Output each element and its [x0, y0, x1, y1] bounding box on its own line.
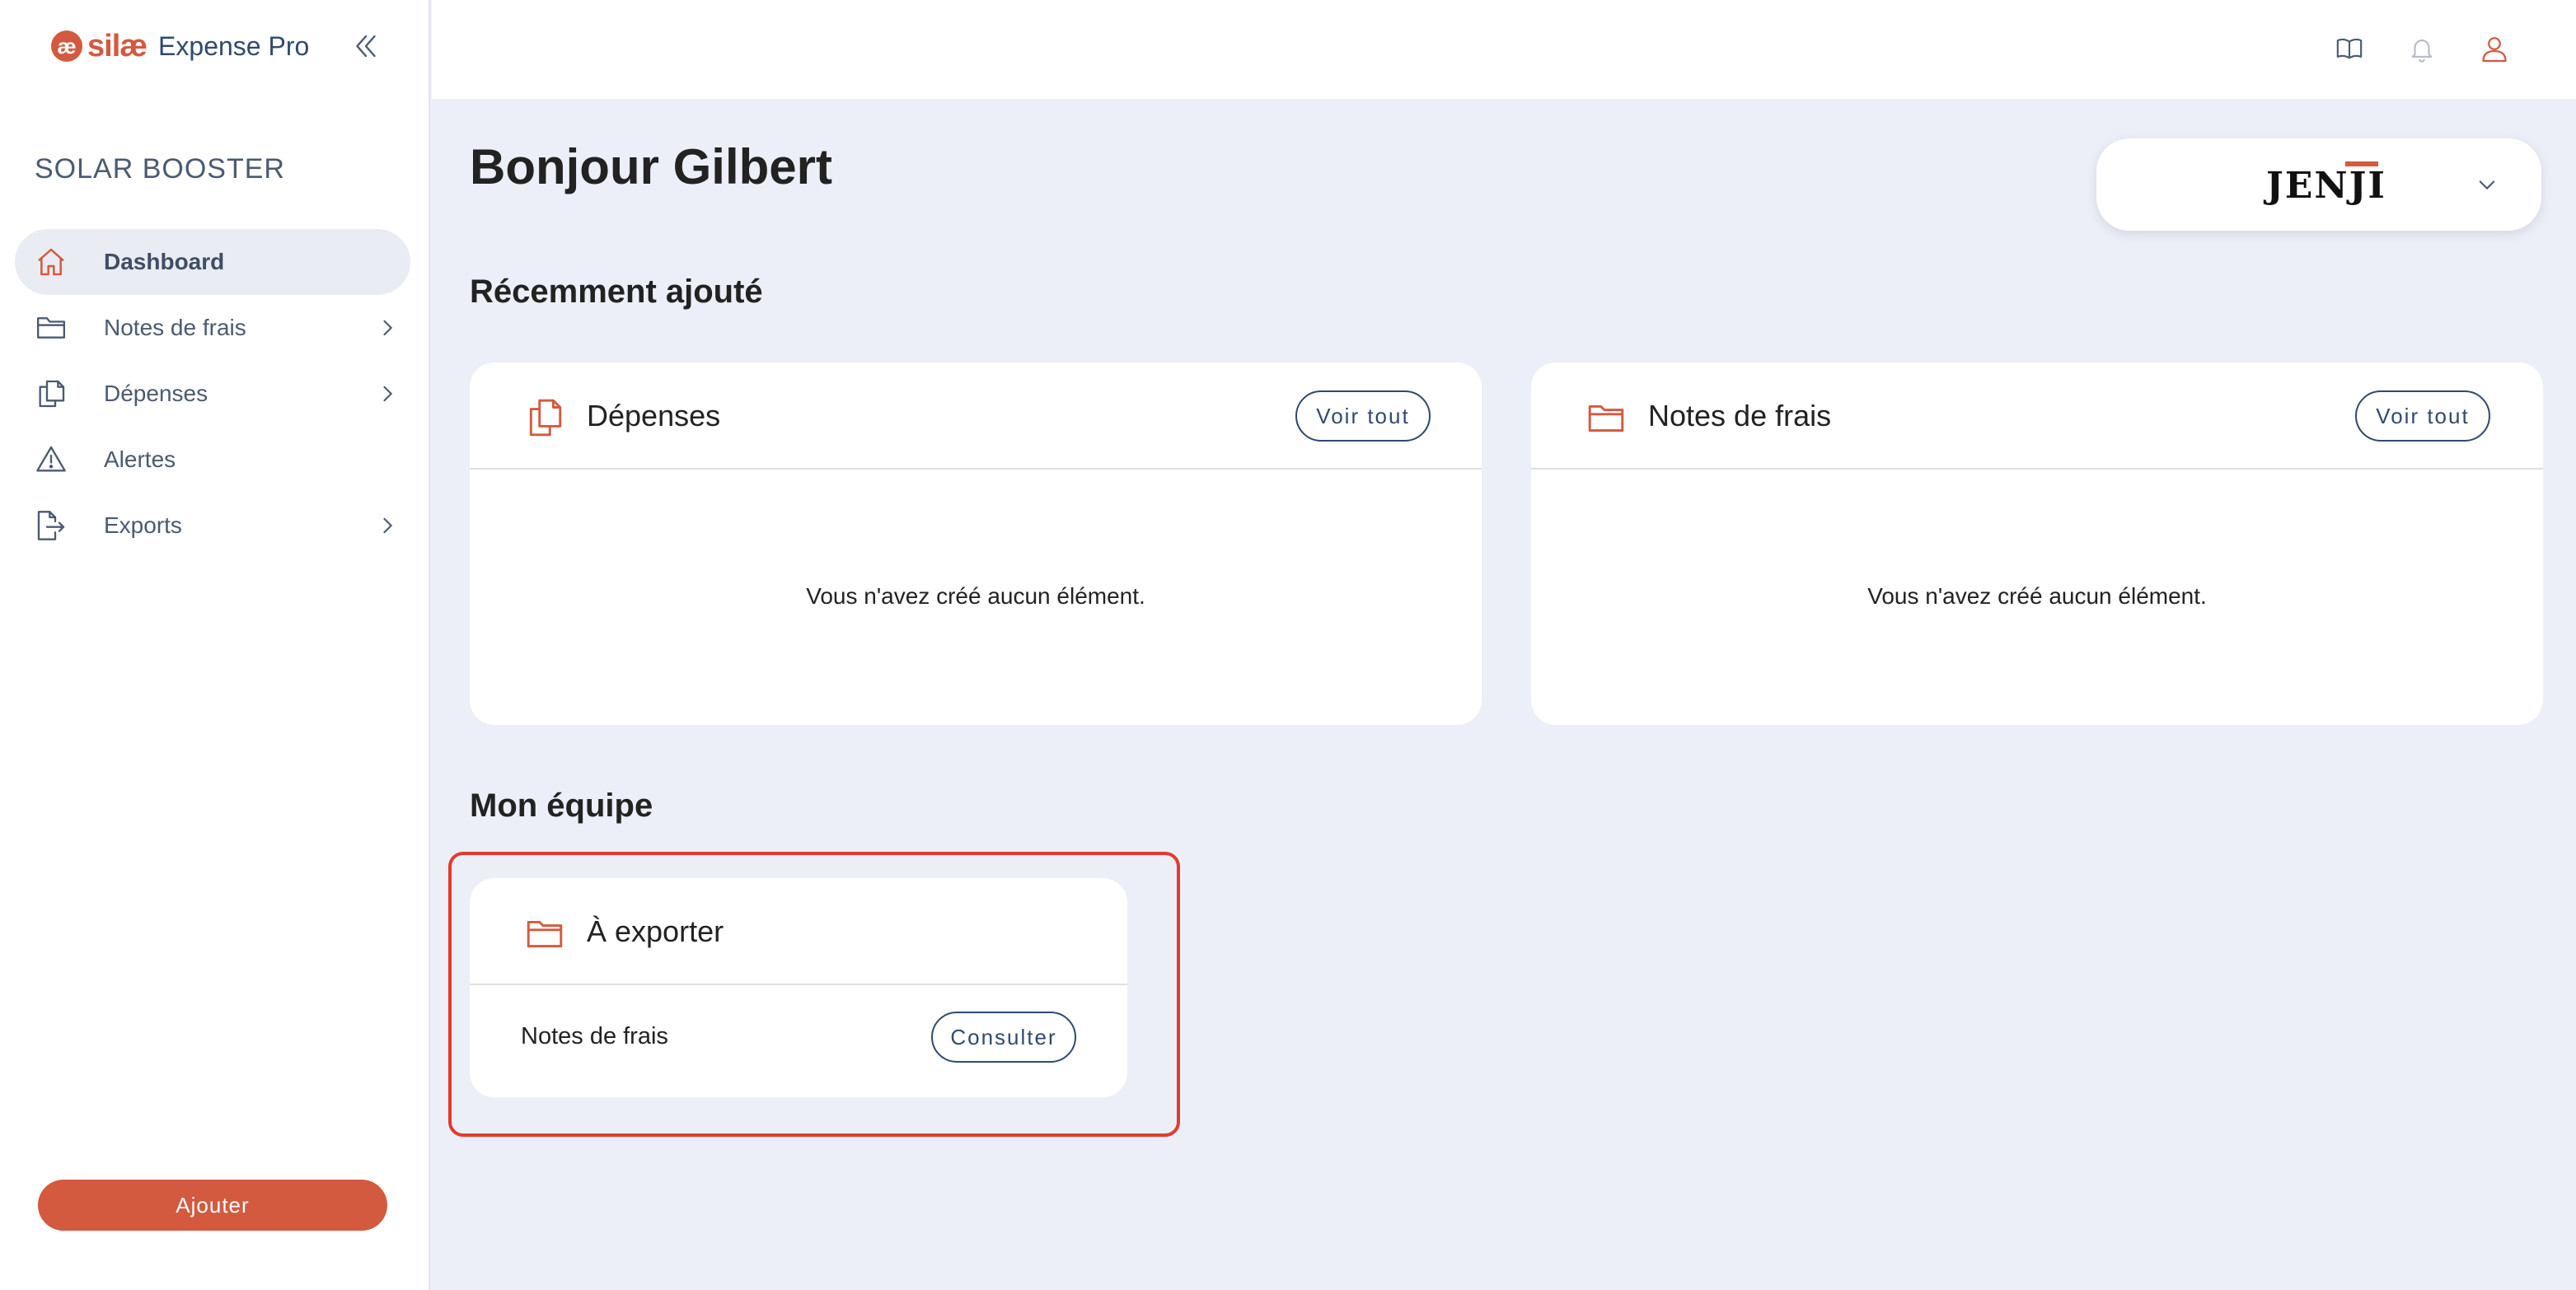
app-logo[interactable]: æ silæ Expense Pro [51, 26, 309, 66]
sidebar-item-label: Alertes [104, 446, 176, 472]
empty-state-text: Vous n'avez créé aucun élément. [806, 583, 1145, 609]
sidebar-item-alertes[interactable]: Alertes [15, 427, 410, 493]
organization-selector[interactable]: JENJI [2096, 138, 2541, 231]
folder-icon [33, 310, 69, 346]
logo-product: Expense Pro [158, 30, 310, 61]
documents-icon [522, 395, 567, 440]
double-chevron-left-icon [356, 35, 376, 58]
recent-expense-reports-card: Notes de frais Voir tout Vous n'avez cré… [1531, 362, 2543, 725]
sidebar-item-label: Dashboard [104, 249, 225, 274]
documents-icon [33, 376, 69, 412]
bell-icon[interactable] [2401, 28, 2443, 69]
sidebar-item-label: Notes de frais [104, 315, 246, 340]
sidebar-item-depenses[interactable]: Dépenses [15, 361, 410, 427]
company-name: SOLAR BOOSTER [35, 153, 285, 185]
card-title: Notes de frais [1648, 399, 1832, 432]
chevron-right-icon [372, 511, 402, 540]
card-header: À exporter [470, 878, 1127, 985]
chevron-right-icon [372, 313, 402, 343]
folder-icon [1584, 395, 1628, 440]
sidebar-item-exports[interactable]: Exports [15, 493, 410, 559]
view-all-expenses-button[interactable]: Voir tout [1295, 390, 1431, 442]
chevron-right-icon [372, 379, 402, 409]
logo-mark: æ [51, 30, 82, 62]
view-all-reports-button[interactable]: Voir tout [2355, 390, 2490, 442]
collapse-sidebar-button[interactable] [348, 28, 384, 64]
warning-icon [33, 442, 69, 478]
book-icon[interactable] [2329, 28, 2370, 69]
folder-icon [522, 911, 567, 956]
to-export-card: À exporter Notes de frais Consulter [470, 878, 1127, 1097]
page-title: Bonjour Gilbert [470, 139, 832, 194]
export-icon [33, 507, 69, 544]
card-header: Notes de frais Voir tout [1531, 362, 2543, 470]
section-title-team: Mon équipe [470, 788, 653, 824]
section-title-recent: Récemment ajouté [470, 273, 763, 310]
sidebar-item-label: Exports [104, 512, 182, 538]
user-icon[interactable] [2474, 28, 2515, 69]
consult-button[interactable]: Consulter [931, 1012, 1076, 1063]
card-title: À exporter [587, 914, 724, 948]
sidebar-item-notes-de-frais[interactable]: Notes de frais [15, 295, 410, 361]
home-icon [33, 244, 69, 280]
sidebar-nav: Dashboard Notes de frais Dépenses Alerte… [15, 229, 410, 559]
sidebar-item-dashboard[interactable]: Dashboard [15, 229, 410, 295]
sidebar: æ silæ Expense Pro SOLAR BOOSTER Dashboa… [0, 0, 430, 1290]
add-button[interactable]: Ajouter [38, 1180, 387, 1231]
logo-brand: silæ [87, 28, 148, 63]
card-header: Dépenses Voir tout [470, 362, 1482, 470]
empty-state-text: Vous n'avez créé aucun élément. [1867, 583, 2207, 609]
card-title: Dépenses [587, 399, 721, 432]
jenji-logo: JENJI [2266, 165, 2386, 207]
chevron-down-icon [2472, 170, 2502, 199]
sidebar-item-label: Dépenses [104, 381, 208, 406]
row-label: Notes de frais [521, 1023, 668, 1049]
recent-expenses-card: Dépenses Voir tout Vous n'avez créé aucu… [470, 362, 1482, 725]
top-bar [432, 0, 2576, 99]
